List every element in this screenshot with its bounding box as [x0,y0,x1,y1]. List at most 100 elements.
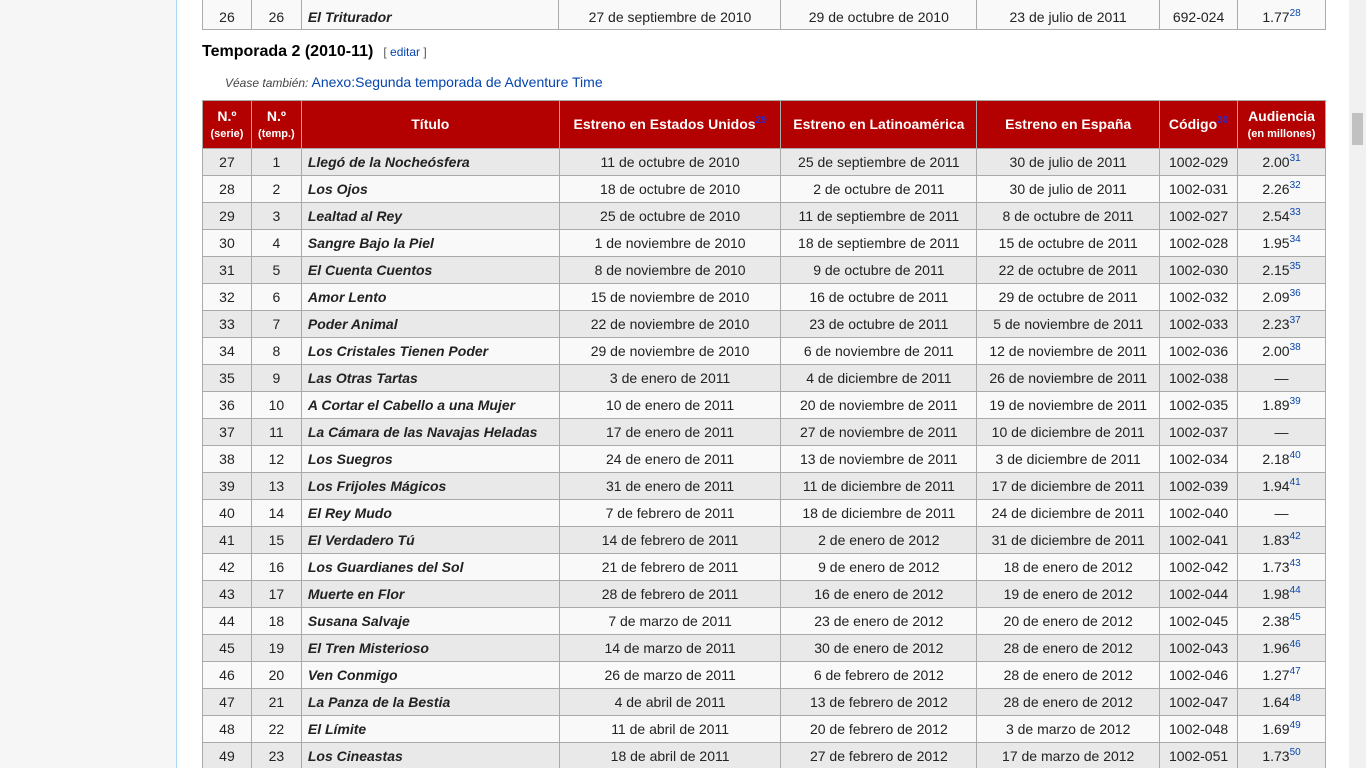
table-row: 38 12 Los Suegros 24 de enero de 2011 13 de … [202,445,1326,473]
see-also-link[interactable]: Anexo:Segunda temporada de Adventure Tim… [312,74,603,90]
cell-serie: 41 [202,526,252,554]
table-row: 35 9 Las Otras Tartas 3 de enero de 2011 4 d… [202,364,1326,392]
cell-code: 1002-030 [1159,256,1239,284]
cell-us-date: 11 de abril de 2011 [558,715,782,743]
reference-link[interactable]: 40 [1290,450,1301,461]
cell-audience: 2.1535 [1237,256,1326,284]
edit-bracket-open: [ [383,45,391,59]
audience-value: 1.27 [1262,667,1290,683]
season-1-table-tail: 26 26 El Triturador 27 de septiembre de … [202,0,1326,30]
cell-serie: 44 [202,607,252,635]
audience-value: 1.95 [1262,235,1290,251]
table-row: 33 7 Poder Animal 22 de noviembre de 2010 23… [202,310,1326,338]
reference-link[interactable]: 34 [1290,234,1301,245]
reference-link[interactable]: 41 [1290,477,1301,488]
header-row: N.º (serie) N.º (temp.) Título Estreno en … [202,100,1326,149]
cell-code: 1002-037 [1159,418,1239,446]
audience-value: 1.98 [1262,586,1290,602]
cell-serie: 40 [202,499,252,527]
cell-code: 1002-034 [1159,445,1239,473]
cell-code: 1002-039 [1159,472,1239,500]
episode-title: Poder Animal [307,316,398,332]
cell-us-date: 10 de enero de 2011 [558,391,782,419]
cell-es-date: 17 de marzo de 2012 [976,742,1161,768]
reference-link[interactable]: 30 [1217,115,1228,126]
cell-la-date: 20 de noviembre de 2011 [780,391,978,419]
cell-us-date: 24 de enero de 2011 [558,445,782,473]
cell-us-date: 25 de octubre de 2010 [558,202,782,230]
edit-link[interactable]: editar [390,45,420,59]
reference-link[interactable]: 35 [1290,261,1301,272]
cell-us-date: 8 de noviembre de 2010 [558,256,782,284]
cell-la-date: 27 de noviembre de 2011 [780,418,978,446]
reference-link[interactable]: 33 [1290,207,1301,218]
cell-serie: 28 [202,175,252,203]
reference-link[interactable]: 28 [1290,8,1301,19]
cell-us-date: 28 de febrero de 2011 [558,580,782,608]
reference-link[interactable]: 50 [1290,747,1301,758]
edit-bracket-close: ] [420,45,427,59]
cell-temp: 21 [250,688,302,716]
cell-audience: 2.0031 [1237,148,1326,176]
cell-audience: 1.9844 [1237,580,1326,608]
cell-code: 1002-048 [1159,715,1239,743]
cell-serie: 29 [202,202,252,230]
cell-title: Poder Animal [300,310,560,338]
cell-audience: — [1237,364,1326,392]
cell-es-date: 12 de noviembre de 2011 [976,337,1161,365]
cell-us-date: 14 de febrero de 2011 [558,526,782,554]
reference-link[interactable]: 31 [1290,153,1301,164]
cell-temp: 7 [250,310,302,338]
reference-link[interactable]: 43 [1290,558,1301,569]
reference-link[interactable]: 38 [1290,342,1301,353]
reference-link[interactable]: 44 [1290,585,1301,596]
cell-title: Muerte en Flor [300,580,560,608]
cell-temp: 16 [250,553,302,581]
cell-us-date: 22 de noviembre de 2010 [558,310,782,338]
cell-temp: 1 [250,148,302,176]
reference-link[interactable]: 42 [1290,531,1301,542]
cell-serie: 46 [202,661,252,689]
audience-value: 2.09 [1262,289,1290,305]
cell-la-date: 13 de noviembre de 2011 [780,445,978,473]
cell-serie: 38 [202,445,252,473]
reference-link[interactable]: 36 [1290,288,1301,299]
table-row: 30 4 Sangre Bajo la Piel 1 de noviembre de … [202,229,1326,257]
audience-value: — [1274,505,1289,521]
episode-title: Los Suegros [307,451,393,467]
episode-title: El Cuenta Cuentos [307,262,433,278]
cell-la-date: 4 de diciembre de 2011 [780,364,978,392]
cell-la-date: 18 de diciembre de 2011 [780,499,978,527]
cell-us-date: 4 de abril de 2011 [558,688,782,716]
cell-es-date: 8 de octubre de 2011 [976,202,1161,230]
reference-link[interactable]: 47 [1290,666,1301,677]
cell-temp: 11 [250,418,302,446]
reference-link[interactable]: 49 [1290,720,1301,731]
cell-title: Los Cristales Tienen Poder [300,337,560,365]
cell-serie: 27 [202,148,252,176]
cell-code: 1002-027 [1159,202,1239,230]
reference-link[interactable]: 45 [1290,612,1301,623]
reference-link[interactable]: 46 [1290,639,1301,650]
cell-title: Las Otras Tartas [300,364,560,392]
cell-title: Amor Lento [300,283,560,311]
scrollbar-thumb[interactable] [1352,113,1363,145]
reference-link[interactable]: 29 [756,115,767,126]
episode-title: Ven Conmigo [307,667,398,683]
vertical-scrollbar[interactable] [1349,0,1366,768]
audience-value: 2.15 [1262,262,1290,278]
cell-code: 1002-046 [1159,661,1239,689]
reference-link[interactable]: 32 [1290,180,1301,191]
reference-link[interactable]: 37 [1290,315,1301,326]
cell-code: 1002-047 [1159,688,1239,716]
cell-us-date: 1 de noviembre de 2010 [558,229,782,257]
cell-title: Sangre Bajo la Piel [300,229,560,257]
cell-audience: 1.8342 [1237,526,1326,554]
cell-temp: 17 [250,580,302,608]
reference-link[interactable]: 39 [1290,396,1301,407]
cell-title: Lealtad al Rey [300,202,560,230]
audience-value: 2.00 [1262,343,1290,359]
cell-title: Los Cineastas [300,742,560,768]
cell-code: 1002-029 [1159,148,1239,176]
reference-link[interactable]: 48 [1290,693,1301,704]
